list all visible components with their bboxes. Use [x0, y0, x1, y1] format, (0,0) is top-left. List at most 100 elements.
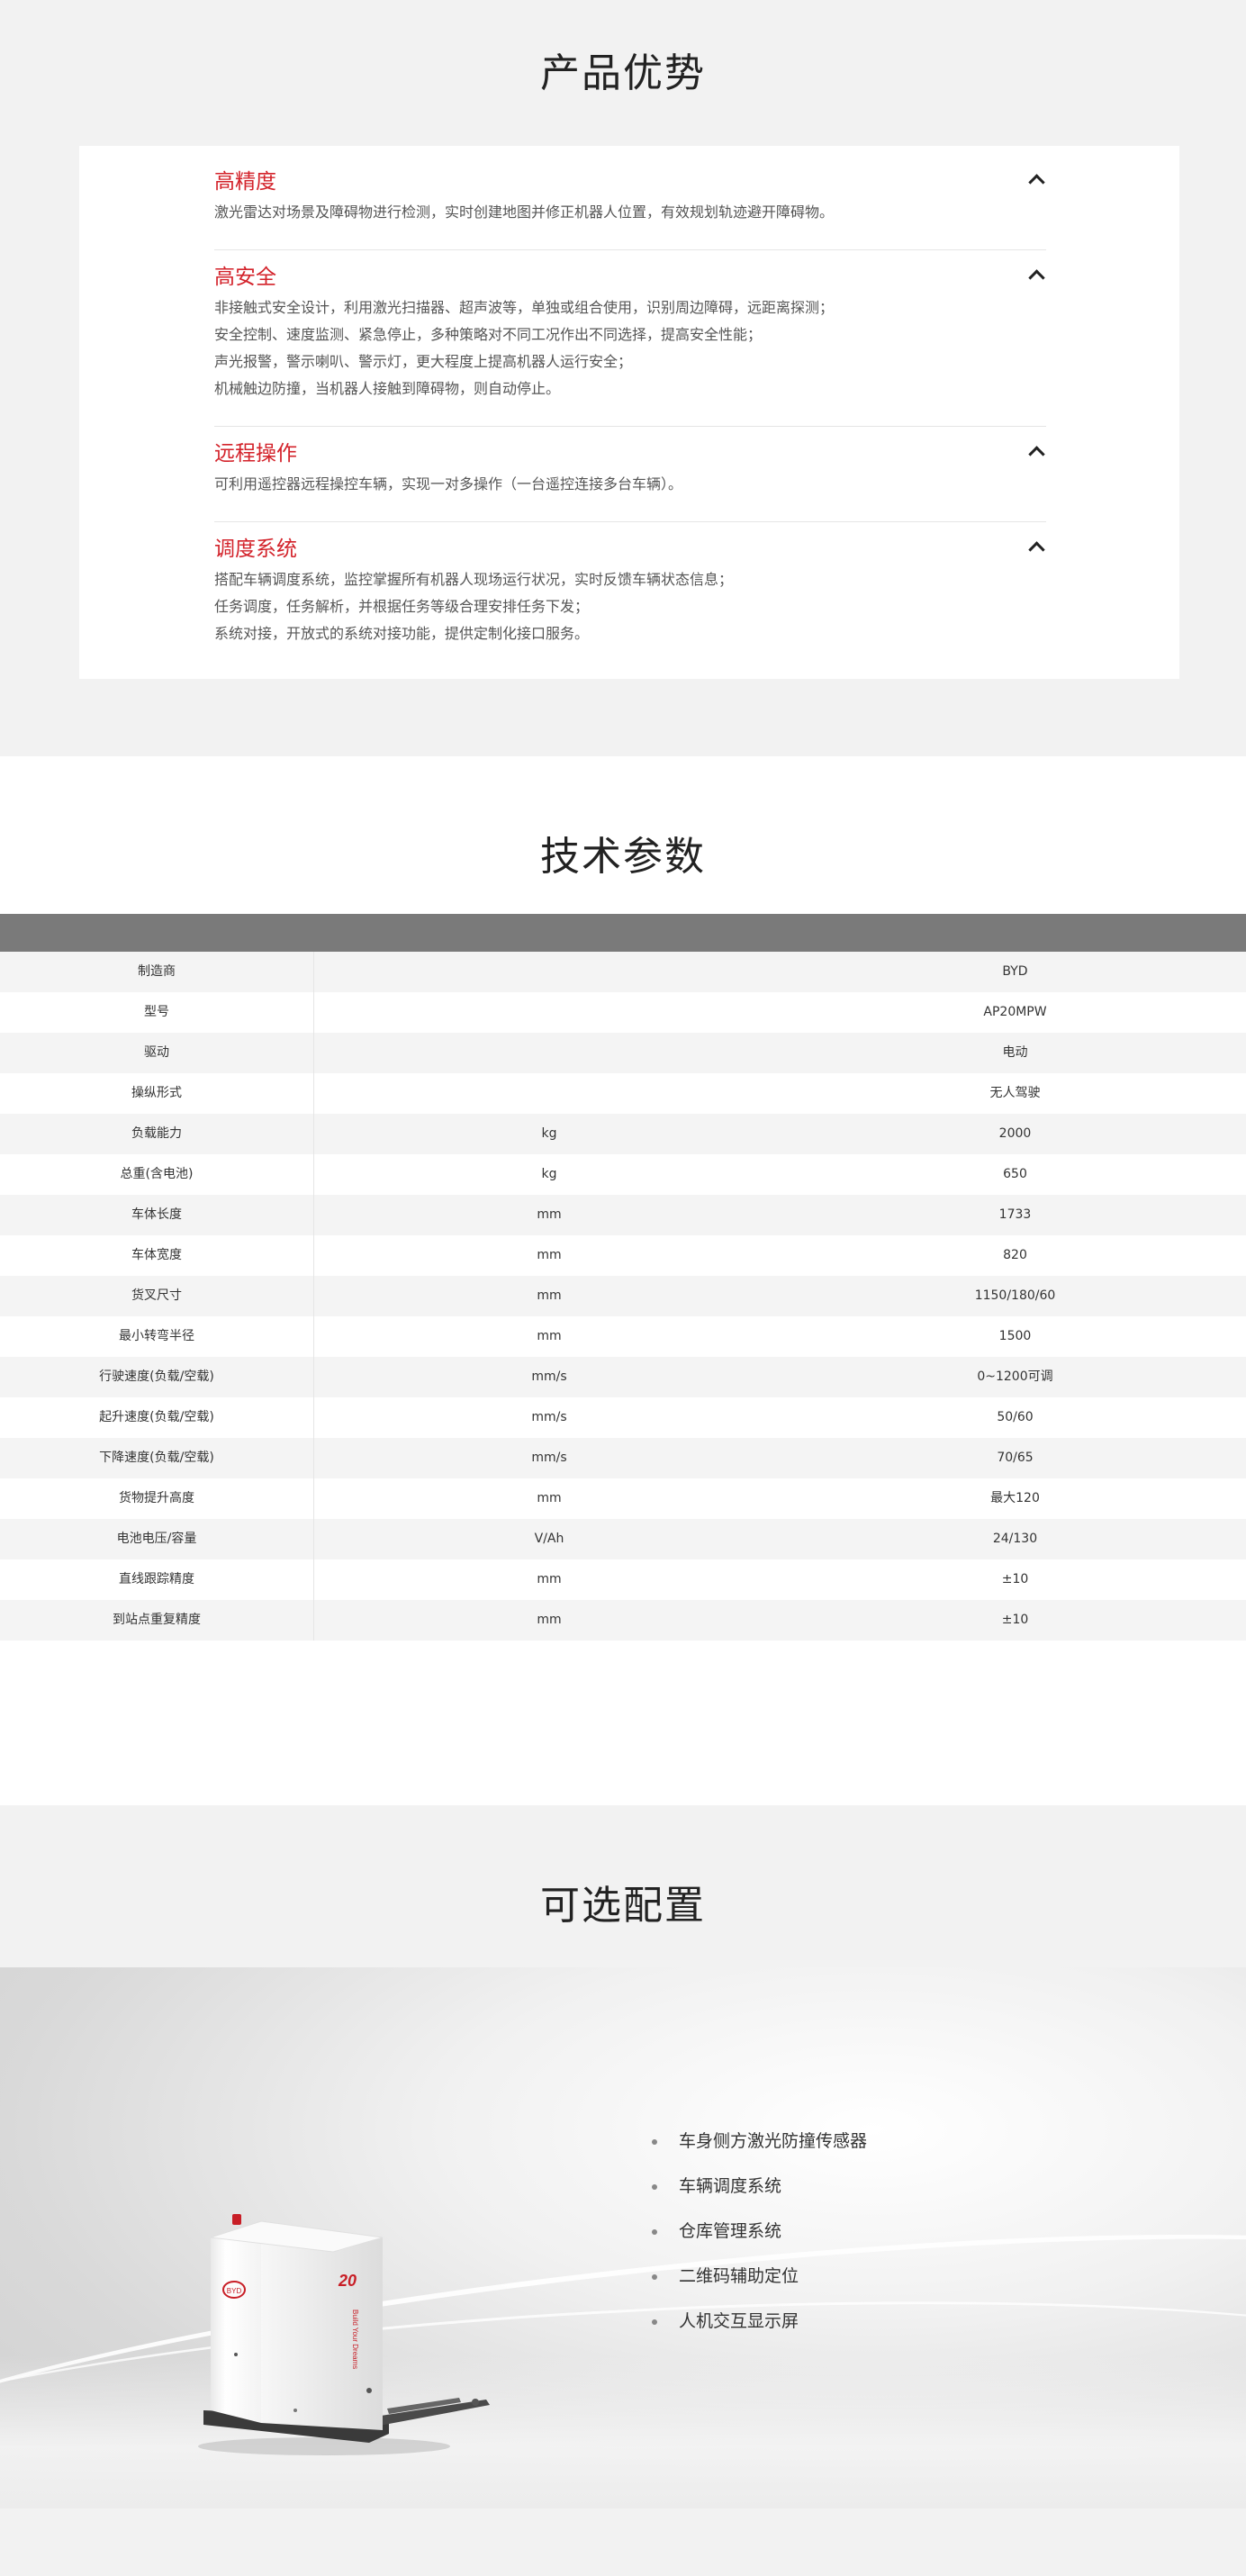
- advantage-line: 声光报警，警示喇叭、警示灯，更大程度上提高机器人运行安全；: [214, 353, 633, 370]
- advantage-body: 可利用遥控器远程操控车辆，实现一对多操作（一台遥控连接多台车辆）。: [214, 471, 1046, 498]
- spec-unit-cell: mm: [537, 1491, 562, 1505]
- spec-value-cell: 50/60: [997, 1410, 1034, 1424]
- table-row: 电池电压/容量 V/Ah 24/130: [0, 1519, 1246, 1559]
- spec-value-cell: 650: [1003, 1167, 1027, 1181]
- spec-value-cell: 1500: [998, 1329, 1032, 1343]
- advantage-title: 高安全: [214, 266, 276, 289]
- spec-unit-cell: V/Ah: [534, 1532, 564, 1546]
- spec-unit-cell: mm: [537, 1207, 562, 1222]
- advantage-line: 系统对接，开放式的系统对接功能，提供定制化接口服务。: [214, 625, 590, 642]
- spec-unit-cell: mm: [537, 1288, 562, 1303]
- options-banner: BYD 20 Build Your Dreams 车身侧方激光防撞传感器 车辆调…: [0, 1967, 1246, 2508]
- table-row: 制造商 BYD: [0, 952, 1246, 992]
- spec-value-cell: 无人驾驶: [989, 1086, 1041, 1100]
- options-title: 可选配置: [540, 1883, 706, 1929]
- option-item: 仓库管理系统: [650, 2209, 867, 2254]
- option-item: 人机交互显示屏: [650, 2299, 867, 2344]
- chevron-up-icon[interactable]: [1026, 169, 1046, 189]
- advantage-line: 非接触式安全设计，利用激光扫描器、超声波等，单独或组合使用，识别周边障碍，远距离…: [214, 299, 835, 316]
- spec-value-cell: 0~1200可调: [977, 1369, 1053, 1384]
- spec-unit-cell: [314, 992, 784, 1033]
- spec-name-cell: 操纵形式: [0, 1073, 314, 1114]
- option-item: 车辆调度系统: [650, 2164, 867, 2209]
- spec-unit-cell: mm: [537, 1329, 562, 1343]
- advantage-title: 调度系统: [214, 538, 297, 561]
- option-item: 车身侧方激光防撞传感器: [650, 2119, 867, 2164]
- spec-name-cell: 驱动: [0, 1033, 314, 1073]
- divider: [214, 426, 1046, 427]
- chevron-up-icon[interactable]: [1026, 537, 1046, 556]
- table-row: 行驶速度(负载/空载) mm/s 0~1200可调: [0, 1357, 1246, 1397]
- advantage-line: 任务调度，任务解析，并根据任务等级合理安排任务下发；: [214, 598, 590, 615]
- spec-unit-cell: mm: [537, 1613, 562, 1627]
- advantage-item-dispatch-system[interactable]: 调度系统 搭配车辆调度系统，监控掌握所有机器人现场运行状况，实时反馈车辆状态信息…: [214, 527, 1046, 647]
- spec-name-cell: 负载能力: [0, 1114, 314, 1154]
- advantage-line: 安全控制、速度监测、紧急停止，多种策略对不同工况作出不同选择，提高安全性能；: [214, 326, 763, 343]
- spec-value-cell: ±10: [1001, 1613, 1029, 1627]
- specs-table: 制造商 BYD 型号 AP20MPW 驱动 电动操纵形式 无人驾驶负载能力 kg 2000 总重(…: [0, 914, 1246, 1641]
- spec-value-cell: ±10: [1001, 1572, 1029, 1586]
- spec-unit-cell: kg: [541, 1167, 557, 1181]
- advantage-line: 机械触边防撞，当机器人接触到障碍物，则自动停止。: [214, 380, 561, 397]
- advantages-title: 产品优势: [540, 50, 706, 96]
- table-row: 起升速度(负载/空载) mm/s 50/60: [0, 1397, 1246, 1438]
- spec-unit-cell: mm/s: [531, 1369, 567, 1384]
- table-row: 负载能力 kg 2000: [0, 1114, 1246, 1154]
- spec-name-cell: 起升速度(负载/空载): [0, 1397, 314, 1438]
- spec-unit-cell: mm: [537, 1572, 562, 1586]
- spec-unit-cell: [314, 952, 784, 992]
- spec-unit-cell: mm/s: [531, 1451, 567, 1465]
- advantage-line: 搭配车辆调度系统，监控掌握所有机器人现场运行状况，实时反馈车辆状态信息；: [214, 571, 734, 588]
- robot-model-number: 20: [338, 2272, 357, 2290]
- table-row: 直线跟踪精度 mm ±10: [0, 1559, 1246, 1600]
- advantage-header[interactable]: 高安全: [214, 255, 1046, 294]
- spec-name-cell: 电池电压/容量: [0, 1519, 314, 1559]
- table-row: 型号 AP20MPW: [0, 992, 1246, 1033]
- robot-logo-text: BYD: [227, 2287, 242, 2295]
- option-item: 二维码辅助定位: [650, 2254, 867, 2299]
- chevron-up-icon[interactable]: [1026, 265, 1046, 285]
- table-row: 车体长度 mm 1733: [0, 1195, 1246, 1235]
- spec-unit-cell: mm: [537, 1248, 562, 1262]
- spec-name-cell: 货物提升高度: [0, 1478, 314, 1519]
- options-list: 车身侧方激光防撞传感器 车辆调度系统 仓库管理系统 二维码辅助定位 人机交互显示…: [650, 2119, 867, 2344]
- spec-unit-cell: mm/s: [531, 1410, 567, 1424]
- spec-value-cell: AP20MPW: [983, 1005, 1047, 1019]
- advantage-body: 激光雷达对场景及障碍物进行检测，实时创建地图并修正机器人位置，有效规划轨迹避开障…: [214, 199, 1046, 226]
- spec-name-cell: 总重(含电池): [0, 1154, 314, 1195]
- spec-name-cell: 到站点重复精度: [0, 1600, 314, 1641]
- advantages-section: 产品优势 高精度 激光雷达对场景及障碍物进行检测，实时创建地图并修正机器人位置，…: [0, 0, 1246, 756]
- table-header: [0, 914, 1246, 952]
- advantage-header[interactable]: 调度系统: [214, 527, 1046, 566]
- robot-slogan: Build Your Dreams: [351, 2309, 359, 2369]
- advantage-body: 非接触式安全设计，利用激光扫描器、超声波等，单独或组合使用，识别周边障碍，远距离…: [214, 294, 1046, 402]
- spec-name-cell: 车体宽度: [0, 1235, 314, 1276]
- spec-name-cell: 最小转弯半径: [0, 1316, 314, 1357]
- agv-robot-image: BYD 20 Build Your Dreams: [198, 2214, 490, 2455]
- spec-value-cell: 1733: [998, 1207, 1032, 1222]
- spec-unit-cell: [314, 1033, 784, 1073]
- table-row: 货物提升高度 mm 最大120: [0, 1478, 1246, 1519]
- spec-name-cell: 制造商: [0, 952, 314, 992]
- chevron-up-icon[interactable]: [1026, 441, 1046, 461]
- advantage-line: 激光雷达对场景及障碍物进行检测，实时创建地图并修正机器人位置，有效规划轨迹避开障…: [214, 203, 835, 221]
- specs-title: 技术参数: [540, 834, 706, 880]
- table-row: 货叉尺寸 mm 1150/180/60: [0, 1276, 1246, 1316]
- table-body: 制造商 BYD 型号 AP20MPW 驱动 电动操纵形式 无人驾驶负载能力 kg 2000 总重(…: [0, 952, 1246, 1641]
- spec-name-cell: 下降速度(负载/空载): [0, 1438, 314, 1478]
- spec-name-cell: 行驶速度(负载/空载): [0, 1357, 314, 1397]
- spec-value-cell: 电动: [1002, 1045, 1028, 1060]
- advantage-item-remote-operation[interactable]: 远程操作 可利用遥控器远程操控车辆，实现一对多操作（一台遥控连接多台车辆）。: [214, 431, 1046, 498]
- spec-value-cell: 1150/180/60: [974, 1288, 1056, 1303]
- options-section: 可选配置 BYD 20 Build Your Dreams 车身侧方激光防撞传感…: [0, 1805, 1246, 2576]
- divider: [214, 521, 1046, 522]
- table-row: 驱动 电动: [0, 1033, 1246, 1073]
- advantage-line: 可利用遥控器远程操控车辆，实现一对多操作（一台遥控连接多台车辆）。: [214, 475, 683, 493]
- advantage-title: 远程操作: [214, 442, 297, 465]
- advantage-header[interactable]: 远程操作: [214, 431, 1046, 471]
- advantage-item-high-precision[interactable]: 高精度 激光雷达对场景及障碍物进行检测，实时创建地图并修正机器人位置，有效规划轨…: [214, 159, 1046, 226]
- advantage-header[interactable]: 高精度: [214, 159, 1046, 199]
- advantage-item-high-safety[interactable]: 高安全 非接触式安全设计，利用激光扫描器、超声波等，单独或组合使用，识别周边障碍…: [214, 255, 1046, 402]
- specs-section: 技术参数 制造商 BYD 型号 AP20MPW 驱动 电动操纵形式 无人驾驶负载能力 kg 20…: [0, 756, 1246, 1805]
- spec-name-cell: 直线跟踪精度: [0, 1559, 314, 1600]
